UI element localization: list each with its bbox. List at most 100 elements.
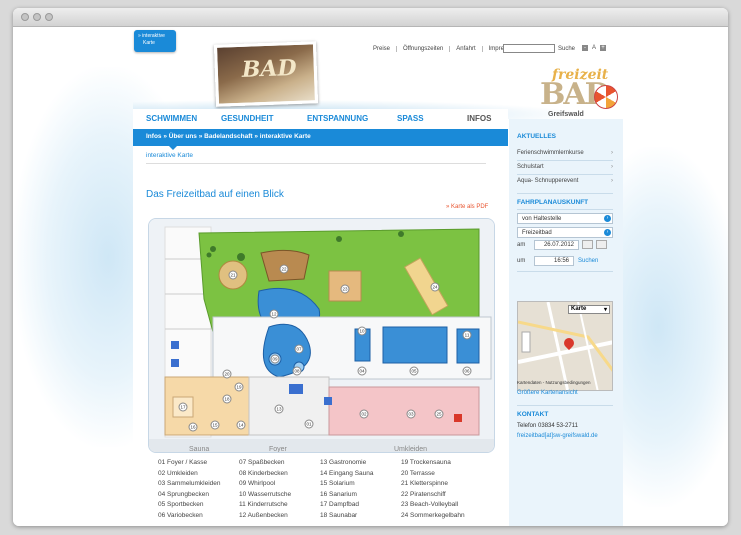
zoom-window-button[interactable]	[45, 13, 53, 21]
link-anfahrt[interactable]: Anfahrt	[449, 46, 481, 52]
subnav-interactive-map[interactable]: interaktive Karte	[146, 152, 193, 159]
suchen-button[interactable]: Suchen	[578, 258, 598, 264]
legend-item[interactable]: 03 Sammelumkleiden	[158, 480, 239, 491]
map-marker-11[interactable]: 11	[465, 333, 470, 338]
calendar-icon[interactable]	[596, 240, 607, 249]
map-marker-14[interactable]: 14	[238, 423, 244, 428]
map-marker-23[interactable]: 23	[342, 287, 348, 292]
top-links: Preise Öffnungszeiten Anfahrt Impressum	[367, 46, 524, 52]
map-pdf-link[interactable]: » Karte als PDF	[446, 204, 488, 210]
legend-item[interactable]: 07 Spaßbecken	[239, 459, 320, 470]
legend-row: 06 Variobecken 12 Außenbecken 18 Saunaba…	[158, 512, 488, 523]
search-input[interactable]	[503, 44, 555, 53]
news-item[interactable]: Ferienschwimmlernkurse ›	[517, 150, 613, 156]
nav-gesundheit[interactable]: GESUNDHEIT	[221, 114, 273, 123]
legend-item[interactable]: 05 Sportbecken	[158, 501, 239, 512]
map-marker-20[interactable]: 20	[224, 372, 230, 377]
legend-item[interactable]: 22 Piratenschiff	[401, 491, 482, 502]
map-legend: 01 Foyer / Kasse 07 Spaßbecken 13 Gastro…	[158, 459, 488, 522]
legend-item[interactable]: 21 Kletterspinne	[401, 480, 482, 491]
header-photo: BAD	[213, 41, 319, 107]
breadcrumb[interactable]: Infos » Über uns » Badelandschaft » inte…	[133, 129, 508, 146]
legend-item[interactable]: 13 Gastronomie	[320, 459, 401, 470]
map-marker-18[interactable]: 18	[224, 397, 230, 402]
legend-row: 04 Sprungbecken 10 Wasserrutsche 16 Sana…	[158, 491, 488, 502]
nav-infos[interactable]: INFOS	[467, 114, 491, 123]
location-map[interactable]: Karte ▾	[517, 301, 613, 391]
go-arrow-icon[interactable]: ›	[604, 229, 611, 236]
map-marker-13[interactable]: 13	[276, 407, 282, 412]
map-marker-06[interactable]: 06	[464, 369, 470, 374]
map-type-select[interactable]: Karte ▾	[568, 305, 610, 314]
chevron-down-icon: ▾	[603, 307, 607, 313]
chevron-right-icon: ›	[611, 178, 613, 184]
from-stop-input[interactable]: von Haltestelle ›	[517, 213, 613, 224]
legend-item[interactable]: 20 Terrasse	[401, 470, 482, 481]
map-marker-07[interactable]: 07	[296, 347, 302, 352]
legend-item[interactable]: 01 Foyer / Kasse	[158, 459, 239, 470]
time-input[interactable]: 16:56	[534, 256, 574, 266]
font-size-controls: - A +	[582, 45, 606, 51]
map-marker-21[interactable]: 21	[230, 273, 236, 278]
font-decrease-button[interactable]: -	[582, 45, 588, 51]
legend-item[interactable]: 14 Eingang Sauna	[320, 470, 401, 481]
font-increase-button[interactable]: +	[600, 45, 606, 51]
map-marker-10[interactable]: 10	[359, 329, 365, 334]
subnav-divider	[146, 163, 486, 164]
map-marker-05[interactable]: 05	[411, 369, 417, 374]
nav-entspannung[interactable]: ENTSPANNUNG	[307, 114, 368, 123]
map-marker-02[interactable]: 02	[361, 412, 367, 417]
map-marker-09[interactable]: 09	[272, 357, 278, 362]
legend-item[interactable]: 24 Sommerkegelbahn	[401, 512, 482, 523]
map-attribution[interactable]: Kartendaten - Nutzungsbedingungen	[517, 380, 591, 385]
search-button[interactable]: Suche	[558, 46, 575, 52]
news-item[interactable]: Aqua- Schnupperevent ›	[517, 178, 613, 184]
close-window-button[interactable]	[21, 13, 29, 21]
legend-row: 01 Foyer / Kasse 07 Spaßbecken 13 Gastro…	[158, 459, 488, 470]
map-marker-01[interactable]: 01	[306, 422, 312, 427]
news-item[interactable]: Schulstart ›	[517, 164, 613, 170]
map-marker-16[interactable]: 16	[190, 425, 196, 430]
to-stop-input[interactable]: Freizeitbad ›	[517, 227, 613, 238]
nav-schwimmen[interactable]: SCHWIMMEN	[146, 114, 197, 123]
link-preise[interactable]: Preise	[367, 46, 396, 52]
sidebar-divider	[517, 405, 613, 406]
legend-item[interactable]: 06 Variobecken	[158, 512, 239, 523]
go-arrow-icon[interactable]: ›	[604, 215, 611, 222]
legend-item[interactable]: 17 Dampfbad	[320, 501, 401, 512]
brand-logo[interactable]: freizeit BAD Greifswald	[536, 67, 622, 125]
map-marker-17[interactable]: 17	[180, 405, 186, 410]
map-marker-19[interactable]: 19	[236, 385, 242, 390]
legend-item[interactable]: 19 Trockensauna	[401, 459, 482, 470]
legend-item[interactable]: 23 Beach-Volleyball	[401, 501, 482, 512]
map-marker-04[interactable]: 04	[359, 369, 365, 374]
map-marker-12[interactable]: 12	[271, 312, 277, 317]
interactive-map-badge[interactable]: » interaktive Karte	[134, 30, 176, 52]
legend-item[interactable]: 02 Umkleiden	[158, 470, 239, 481]
legend-item[interactable]: 09 Whirlpool	[239, 480, 320, 491]
map-marker-22[interactable]: 22	[281, 267, 287, 272]
legend-item[interactable]: 15 Solarium	[320, 480, 401, 491]
interactive-pool-map[interactable]: Sauna Foyer Umkleiden 21 22 23 24 12 07 …	[148, 218, 495, 453]
date-input[interactable]: 26.07.2012	[534, 240, 579, 250]
map-marker-24[interactable]: 24	[432, 285, 438, 290]
legend-item[interactable]: 12 Außenbecken	[239, 512, 320, 523]
map-marker-08[interactable]: 08	[294, 369, 300, 374]
legend-item[interactable]: 18 Saunabar	[320, 512, 401, 523]
legend-item[interactable]: 08 Kinderbecken	[239, 470, 320, 481]
sidebar-divider	[517, 160, 613, 161]
minimize-window-button[interactable]	[33, 13, 41, 21]
font-reset-button[interactable]: A	[591, 45, 597, 51]
nav-spass[interactable]: SPASS	[397, 114, 424, 123]
map-marker-25[interactable]: 25	[436, 412, 442, 417]
legend-item[interactable]: 11 Kinderrutsche	[239, 501, 320, 512]
map-marker-15[interactable]: 15	[212, 423, 218, 428]
legend-item[interactable]: 16 Sanarium	[320, 491, 401, 502]
legend-item[interactable]: 04 Sprungbecken	[158, 491, 239, 502]
calendar-icon[interactable]	[582, 240, 593, 249]
legend-item[interactable]: 10 Wasserrutsche	[239, 491, 320, 502]
bigger-map-link[interactable]: Größere Kartenansicht	[517, 390, 578, 396]
contact-email-link[interactable]: freizeitbad[at]sw-greifswald.de	[517, 433, 613, 439]
link-oeffnungszeiten[interactable]: Öffnungszeiten	[396, 46, 449, 52]
map-marker-03[interactable]: 03	[408, 412, 414, 417]
